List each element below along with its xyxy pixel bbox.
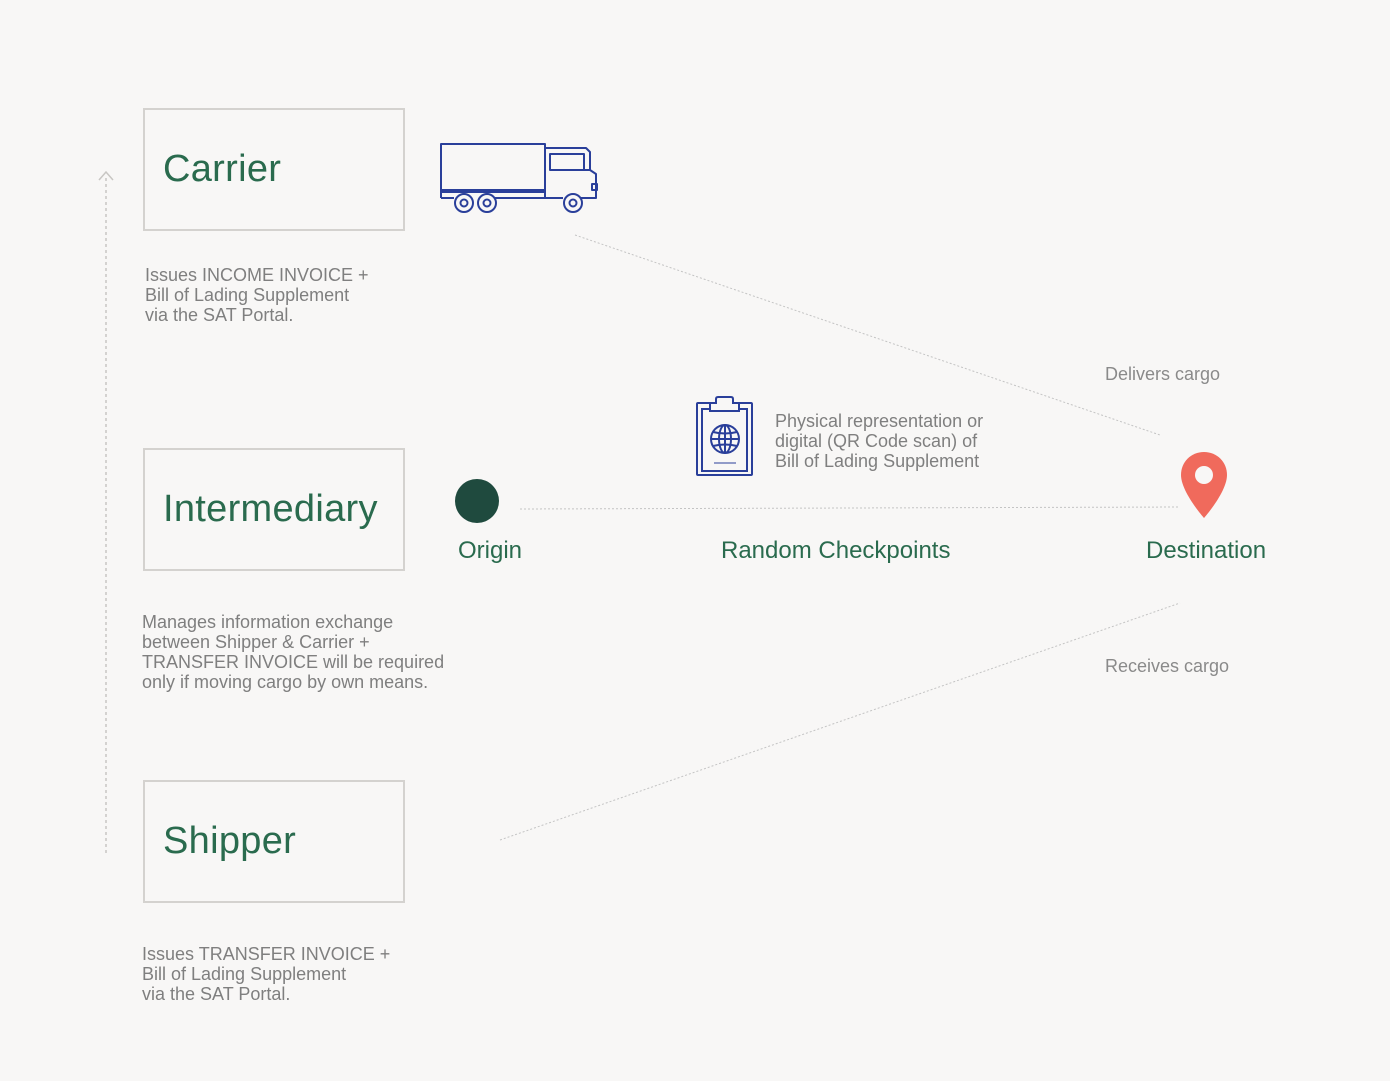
document-note: Physical representation or digital (QR C… [775, 411, 984, 471]
origin-to-destination-line [519, 506, 1181, 510]
delivers-cargo-label: Delivers cargo [1105, 364, 1221, 384]
shipper-box: Shipper [143, 780, 405, 903]
shipper-description: Issues TRANSFER INVOICE + Bill of Lading… [142, 944, 391, 1004]
destination-label: Destination [1146, 537, 1267, 564]
location-pin-icon [1181, 452, 1227, 518]
intermediary-description: Manages information exchange between Shi… [142, 612, 445, 692]
carrier-to-destination-line [574, 234, 1161, 436]
passport-document-icon [696, 396, 753, 476]
intermediary-title: Intermediary [163, 488, 378, 530]
shipper-title: Shipper [163, 820, 297, 862]
receives-cargo-label: Receives cargo [1105, 656, 1230, 676]
origin-dot-icon [455, 479, 499, 523]
origin-label: Origin [458, 537, 523, 564]
carrier-description: Issues INCOME INVOICE + Bill of Lading S… [145, 265, 369, 325]
carrier-box: Carrier [143, 108, 405, 231]
checkpoints-label: Random Checkpoints [721, 537, 951, 564]
carrier-title: Carrier [163, 148, 282, 190]
truck-icon [440, 143, 598, 213]
intermediary-box: Intermediary [143, 448, 405, 571]
shipper-to-destination-line [499, 602, 1181, 841]
